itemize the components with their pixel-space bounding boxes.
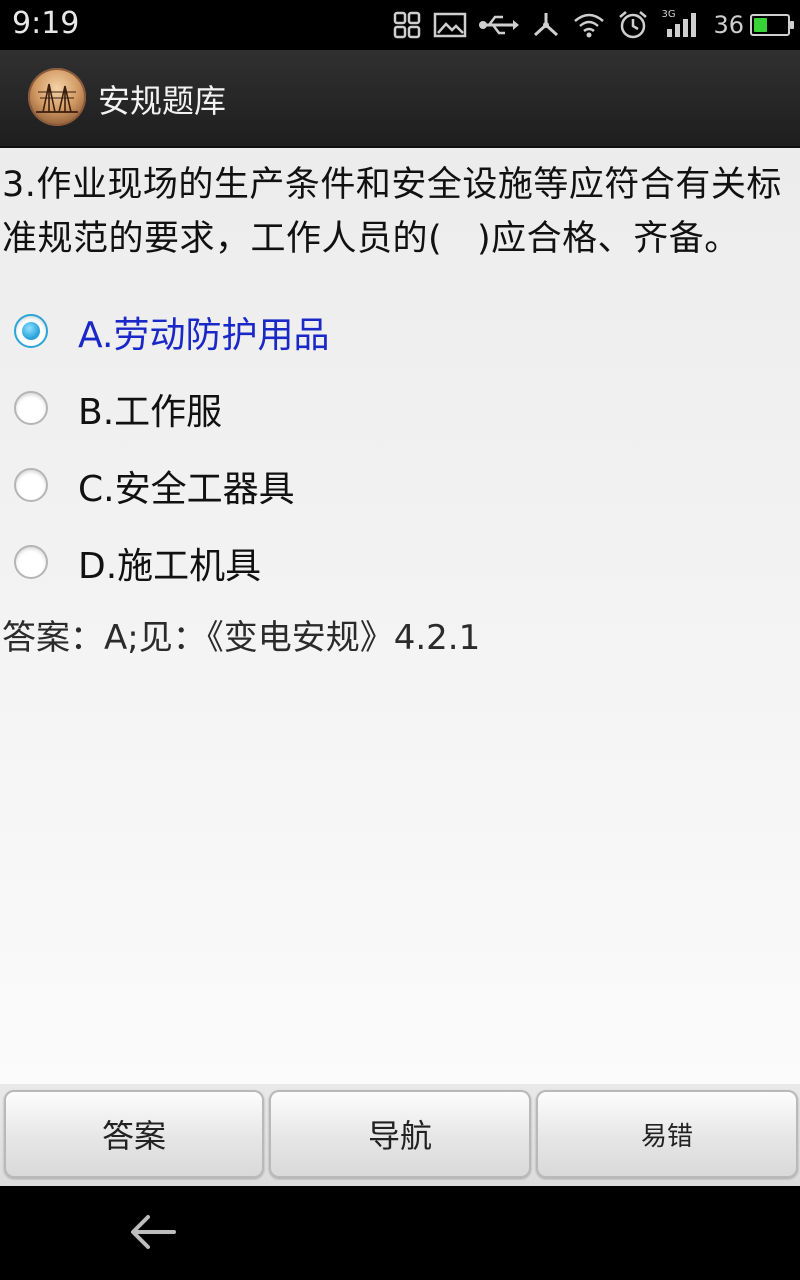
answer-text: 答案：A;见：《变电安规》4.2.1 [2, 618, 481, 658]
navigate-button[interactable]: 导航 [269, 1090, 531, 1178]
signal-icon: 3G [661, 9, 701, 39]
app-grid-notification-icon [394, 11, 421, 39]
app-logo-icon[interactable] [28, 68, 86, 126]
status-icons: 3G 36 [393, 6, 794, 44]
app-title: 安规题库 [98, 82, 227, 120]
system-nav-bar [0, 1186, 800, 1280]
option-c[interactable]: C.安全工器具 [0, 452, 800, 522]
option-d-label[interactable]: D.施工机具 [78, 537, 261, 589]
usb-icon [479, 15, 520, 35]
option-a-label[interactable]: A.劳动防护用品 [78, 306, 329, 358]
back-arrow-icon[interactable] [128, 1212, 178, 1252]
wifi-icon [574, 13, 605, 38]
status-bar: 9:19 3G 36 [0, 0, 800, 50]
question-text: 3.作业现场的生产条件和安全设施等应符合有关标准规范的要求，工作人员的( )应合… [2, 165, 782, 259]
battery-fill [754, 18, 767, 32]
radio-button-a[interactable] [14, 314, 48, 348]
option-a[interactable]: A.劳动防护用品 [0, 298, 800, 368]
image-notification-icon [434, 12, 467, 38]
option-b[interactable]: B.工作服 [0, 375, 800, 445]
question-panel: 3.作业现场的生产条件和安全设施等应符合有关标准规范的要求，工作人员的( )应合… [0, 148, 800, 1084]
status-time: 9:19 [12, 6, 80, 41]
battery-icon [750, 14, 794, 36]
radio-button-b[interactable] [14, 391, 48, 425]
alarm-icon [619, 11, 648, 39]
battery-level-text: 36 [713, 11, 744, 39]
bottom-button-bar: 答案 导航 易错 [0, 1084, 800, 1186]
data-transfer-icon [534, 13, 559, 37]
error-prone-button[interactable]: 易错 [536, 1090, 798, 1178]
option-c-label[interactable]: C.安全工器具 [78, 460, 295, 512]
radio-button-d[interactable] [14, 545, 48, 579]
option-d[interactable]: D.施工机具 [0, 529, 800, 599]
radio-button-c[interactable] [14, 468, 48, 502]
answer-button[interactable]: 答案 [4, 1090, 264, 1178]
option-b-label[interactable]: B.工作服 [78, 383, 222, 435]
action-bar: 安规题库 [0, 50, 800, 148]
battery-indicator: 36 [713, 11, 794, 39]
